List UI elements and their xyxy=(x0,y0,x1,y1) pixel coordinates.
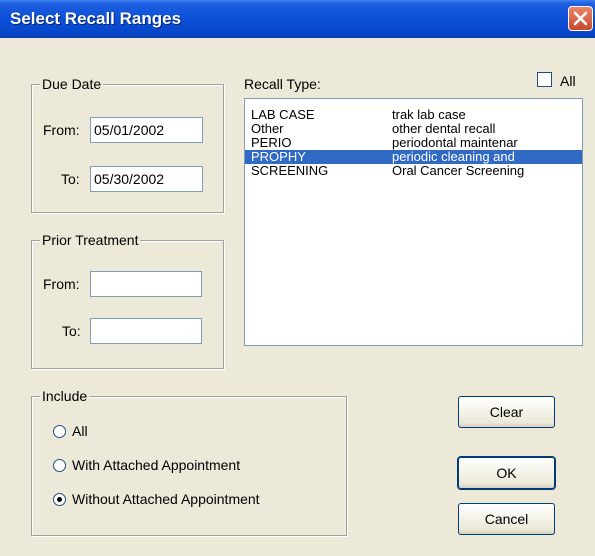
dialog-window: Select Recall Ranges Due Date From: To: … xyxy=(0,0,595,556)
list-item[interactable]: Other other dental recall xyxy=(245,122,582,136)
include-all-label[interactable]: All xyxy=(72,423,88,439)
include-without-appointment-radio[interactable] xyxy=(53,493,66,506)
radio-selected-dot xyxy=(57,497,62,502)
prior-treatment-to-label: To: xyxy=(62,323,81,339)
recall-code: PERIO xyxy=(251,135,292,150)
recall-description: periodontal maintenar xyxy=(392,135,518,150)
clear-button[interactable]: Clear xyxy=(458,396,555,428)
include-all-radio[interactable] xyxy=(53,425,66,438)
title-bar[interactable]: Select Recall Ranges xyxy=(0,0,595,38)
close-button[interactable] xyxy=(568,6,593,31)
list-item[interactable]: SCREENING Oral Cancer Screening xyxy=(245,164,582,178)
prior-treatment-legend: Prior Treatment xyxy=(40,232,141,248)
list-item[interactable]: PERIO periodontal maintenar xyxy=(245,136,582,150)
recall-description: trak lab case xyxy=(392,107,466,122)
list-item-selected[interactable]: PROPHY periodic cleaning and xyxy=(245,150,582,164)
due-date-to-input[interactable] xyxy=(90,166,203,192)
recall-all-label: All xyxy=(560,73,576,89)
recall-code: SCREENING xyxy=(251,163,329,178)
cancel-button[interactable]: Cancel xyxy=(458,503,555,535)
recall-code: LAB CASE xyxy=(251,107,315,122)
ok-button[interactable]: OK xyxy=(458,457,555,489)
due-date-legend: Due Date xyxy=(40,76,104,92)
include-legend: Include xyxy=(40,388,90,404)
recall-code: Other xyxy=(251,121,284,136)
include-without-appointment-label[interactable]: Without Attached Appointment xyxy=(72,491,260,507)
close-icon xyxy=(573,11,588,26)
include-with-appointment-radio[interactable] xyxy=(53,459,66,472)
recall-description: Oral Cancer Screening xyxy=(392,163,525,178)
window-title: Select Recall Ranges xyxy=(10,9,182,28)
recall-description: other dental recall xyxy=(392,121,496,136)
recall-type-label: Recall Type: xyxy=(244,76,321,92)
due-date-to-label: To: xyxy=(61,171,80,187)
prior-treatment-from-label: From: xyxy=(43,276,80,292)
recall-description: periodic cleaning and xyxy=(392,149,515,164)
prior-treatment-to-input[interactable] xyxy=(90,318,202,344)
include-with-appointment-label[interactable]: With Attached Appointment xyxy=(72,457,240,473)
recall-code: PROPHY xyxy=(251,149,306,164)
list-item[interactable]: LAB CASE trak lab case xyxy=(245,108,582,122)
due-date-group: Due Date xyxy=(31,76,224,213)
prior-treatment-group: Prior Treatment xyxy=(31,232,224,369)
recall-type-listbox[interactable]: LAB CASE trak lab case Other other denta… xyxy=(244,98,583,346)
prior-treatment-from-input[interactable] xyxy=(90,271,202,297)
recall-all-checkbox[interactable] xyxy=(537,72,552,87)
due-date-from-label: From: xyxy=(43,122,80,138)
due-date-from-input[interactable] xyxy=(90,117,203,143)
